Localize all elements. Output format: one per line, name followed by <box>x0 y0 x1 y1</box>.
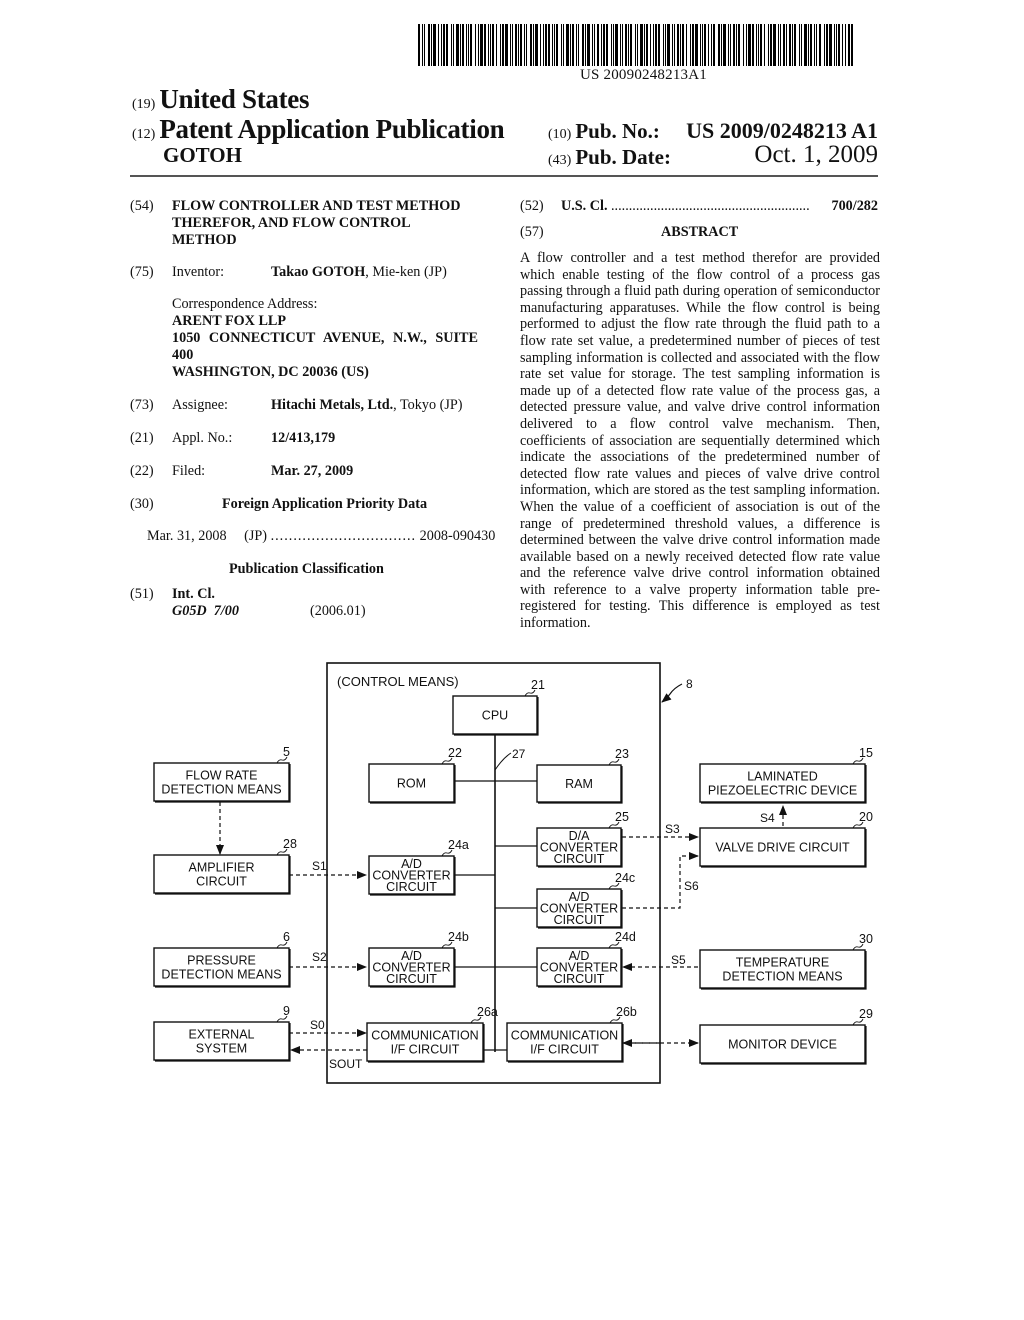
ref-numeral: 5 <box>283 745 290 759</box>
block-label: DETECTION MEANS <box>161 968 281 982</box>
ref-leader <box>494 752 512 771</box>
comm-if-a-block: COMMUNICATIONI/F CIRCUIT 26a <box>366 1005 498 1063</box>
block-label: DETECTION MEANS <box>722 970 842 984</box>
ref-numeral: 21 <box>531 678 545 692</box>
signal-s1: S1 <box>312 859 327 873</box>
ref-numeral: 20 <box>859 810 873 824</box>
ref-numeral: 29 <box>859 1007 873 1021</box>
block-label: AMPLIFIER <box>189 861 255 875</box>
ref-numeral: 24d <box>615 930 636 944</box>
pressure-detection-block: PRESSUREDETECTION MEANS 6 <box>153 930 291 988</box>
block-label: CIRCUIT <box>554 852 605 866</box>
temperature-detection-block: TEMPERATUREDETECTION MEANS 30 <box>699 932 873 990</box>
block-label: I/F CIRCUIT <box>391 1043 460 1057</box>
control-means-label: (CONTROL MEANS) <box>337 674 459 689</box>
ref-8: 8 <box>686 677 693 691</box>
block-label: COMMUNICATION <box>511 1029 618 1043</box>
block-label: VALVE DRIVE CIRCUIT <box>715 841 850 855</box>
comm-if-b-block: COMMUNICATIONI/F CIRCUIT 26b <box>506 1005 637 1063</box>
ref-numeral: 9 <box>283 1004 290 1018</box>
block-label: CIRCUIT <box>554 913 605 927</box>
block-label: DETECTION MEANS <box>161 783 281 797</box>
block-label: ROM <box>397 777 426 791</box>
piezo-device-block: LAMINATEDPIEZOELECTRIC DEVICE 15 <box>699 746 873 804</box>
signal-s3: S3 <box>665 822 680 836</box>
ad-converter-c-block: A/DCONVERTERCIRCUIT24c <box>536 871 635 929</box>
block-label: RAM <box>565 777 593 791</box>
ref-numeral: 28 <box>283 837 297 851</box>
block-label: COMMUNICATION <box>371 1029 478 1043</box>
ref-8-arrow <box>661 683 683 703</box>
block-label: CIRCUIT <box>386 880 437 894</box>
ref-numeral: 6 <box>283 930 290 944</box>
valve-drive-block: VALVE DRIVE CIRCUIT 20 <box>699 810 873 868</box>
external-system-block: EXTERNALSYSTEM 9 <box>153 1004 291 1062</box>
block-label: FLOW RATE <box>186 769 258 783</box>
signal-s0: S0 <box>310 1018 325 1032</box>
block-label: PRESSURE <box>187 954 256 968</box>
ref-numeral: 30 <box>859 932 873 946</box>
ref-numeral: 26a <box>477 1005 498 1019</box>
signal-s2: S2 <box>312 950 327 964</box>
signal-sout: SOUT <box>329 1057 363 1071</box>
amplifier-block: AMPLIFIERCIRCUIT 28 <box>153 837 297 895</box>
signal-s5: S5 <box>671 953 686 967</box>
block-label: CIRCUIT <box>386 972 437 986</box>
block-label: SYSTEM <box>196 1042 247 1056</box>
ad-converter-a-block: A/DCONVERTERCIRCUIT24a <box>368 838 469 896</box>
ad-converter-b-block: A/DCONVERTERCIRCUIT24b <box>368 930 469 988</box>
ref-27: 27 <box>512 747 526 761</box>
monitor-device-block: MONITOR DEVICE 29 <box>699 1007 873 1065</box>
block-label: CPU <box>482 709 508 723</box>
ad-converter-d-block: A/DCONVERTERCIRCUIT24d <box>536 930 636 988</box>
ref-numeral: 23 <box>615 747 629 761</box>
flow-rate-detection-block: FLOW RATEDETECTION MEANS 5 <box>153 745 291 803</box>
block-label: CIRCUIT <box>196 875 247 889</box>
block-label: MONITOR DEVICE <box>728 1038 837 1052</box>
cpu-block: CPU 21 <box>452 678 545 736</box>
block-label: PIEZOELECTRIC DEVICE <box>708 784 857 798</box>
ram-block: RAM 23 <box>536 747 629 804</box>
ref-numeral: 25 <box>615 810 629 824</box>
ref-numeral: 24b <box>448 930 469 944</box>
da-converter-block: D/ACONVERTERCIRCUIT25 <box>536 810 629 868</box>
block-label: LAMINATED <box>747 770 818 784</box>
ref-numeral: 22 <box>448 746 462 760</box>
block-diagram: CPU21ROM22RAM23D/ACONVERTERCIRCUIT25A/DC… <box>153 662 873 1084</box>
rom-block: ROM 22 <box>368 746 462 804</box>
signal-s4: S4 <box>760 811 775 825</box>
block-label: CIRCUIT <box>554 972 605 986</box>
block-label: I/F CIRCUIT <box>530 1043 599 1057</box>
ref-numeral: 24c <box>615 871 635 885</box>
ref-numeral: 15 <box>859 746 873 760</box>
block-label: EXTERNAL <box>189 1028 255 1042</box>
ref-numeral: 24a <box>448 838 469 852</box>
signal-s6: S6 <box>684 879 699 893</box>
ref-numeral: 26b <box>616 1005 637 1019</box>
block-label: TEMPERATURE <box>736 956 830 970</box>
